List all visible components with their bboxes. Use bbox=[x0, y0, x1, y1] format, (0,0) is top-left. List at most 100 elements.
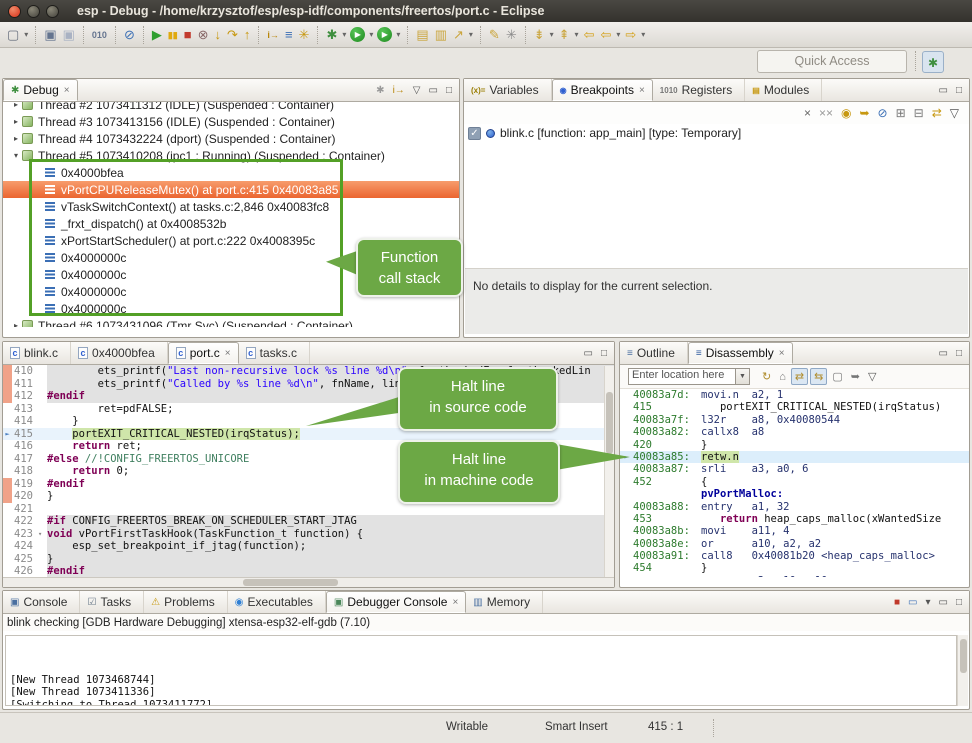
corner-icon[interactable]: □ bbox=[952, 85, 966, 96]
console-corner-icon[interactable]: □ bbox=[952, 597, 966, 608]
console-corner-icon[interactable]: ▾ bbox=[921, 597, 934, 608]
tab-debug[interactable]: ✱ Debug × bbox=[3, 79, 78, 101]
toolbar-icon[interactable]: ↓ bbox=[212, 26, 225, 44]
location-dropdown-icon[interactable]: ▼ bbox=[736, 368, 750, 385]
disassembly-toolbar-icon[interactable]: ⌂ bbox=[776, 370, 789, 384]
fold-marker-icon[interactable] bbox=[38, 553, 47, 566]
toolbar-icon[interactable]: ↗ bbox=[450, 26, 467, 44]
corner-icon[interactable]: ▭ bbox=[935, 348, 952, 359]
fold-marker-icon[interactable] bbox=[38, 540, 47, 553]
breakpoints-toolbar-icon[interactable]: ⊘ bbox=[874, 106, 892, 120]
toolbar-icon[interactable]: ⊘ bbox=[121, 26, 138, 44]
debug-tree-row[interactable]: ▸ Thread #3 1073413156 (IDLE) (Suspended… bbox=[3, 113, 459, 130]
toolbar-icon[interactable]: ▣ bbox=[41, 26, 59, 44]
disassembly-row[interactable]: 40083a91: call8 0x40081b20 <heap_caps_ma… bbox=[620, 550, 969, 562]
breakpoint-checkbox[interactable] bbox=[468, 127, 481, 140]
breakpoints-toolbar-icon[interactable]: ◉ bbox=[837, 106, 855, 120]
fold-marker-icon[interactable] bbox=[38, 428, 47, 441]
disassembly-row[interactable]: or a2, a10, a10 bbox=[620, 575, 969, 577]
disassembly-row[interactable]: 453 return heap_caps_malloc(xWantedSize bbox=[620, 513, 969, 525]
fold-marker-icon[interactable] bbox=[38, 465, 47, 478]
debug-tree-row[interactable]: 0x4000bfea bbox=[3, 164, 459, 181]
toolbar-icon[interactable]: ▾ bbox=[573, 26, 581, 44]
toolbar-icon[interactable]: ⇟ bbox=[531, 26, 548, 44]
tab[interactable]: ≡ Outline bbox=[620, 342, 688, 364]
breakpoints-toolbar-icon[interactable]: ▽ bbox=[946, 106, 963, 120]
debug-tree-row[interactable]: ▸ Thread #4 1073432224 (dport) (Suspende… bbox=[3, 130, 459, 147]
toolbar-icon[interactable]: ▾ bbox=[340, 26, 348, 44]
breakpoints-toolbar-icon[interactable]: ×× bbox=[815, 106, 837, 120]
corner-icon[interactable]: ▭ bbox=[425, 85, 442, 96]
toolbar-icon[interactable]: ⇞ bbox=[556, 26, 573, 44]
scrollbar-thumb[interactable] bbox=[960, 639, 967, 673]
debug-tree-row[interactable]: 0x4000000c bbox=[3, 300, 459, 317]
disassembly-toolbar-icon[interactable]: ⇆ bbox=[810, 368, 827, 385]
toolbar-icon[interactable]: ≡ bbox=[282, 26, 296, 44]
disassembly-toolbar-icon[interactable]: ↻ bbox=[759, 369, 774, 384]
debug-tree-row[interactable]: vPortCPUReleaseMutex() at port.c:415 0x4… bbox=[3, 181, 459, 198]
fold-marker-icon[interactable] bbox=[38, 503, 47, 516]
tab[interactable]: (x)= Variables bbox=[464, 79, 552, 101]
disassembly-toolbar-icon[interactable]: ⇄ bbox=[791, 368, 808, 385]
editor-vertical-scrollbar[interactable] bbox=[604, 366, 614, 577]
toolbar-icon[interactable]: ▥ bbox=[432, 26, 450, 44]
disassembly-row[interactable]: 40083a82: callx8 a8 bbox=[620, 426, 969, 438]
fold-marker-icon[interactable] bbox=[38, 478, 47, 491]
corner-icon[interactable]: □ bbox=[597, 348, 611, 359]
editor-tab[interactable]: c 0x4000bfea bbox=[71, 342, 168, 364]
disassembly-row[interactable]: 40083a8e: or a10, a2, a2 bbox=[620, 538, 969, 550]
disassembly-toolbar-icon[interactable]: ▢ bbox=[829, 369, 845, 384]
tab[interactable]: ◉ Executables bbox=[228, 591, 326, 613]
toolbar-icon[interactable]: ↑ bbox=[241, 26, 254, 44]
fold-marker-icon[interactable] bbox=[38, 515, 47, 528]
close-icon[interactable]: × bbox=[452, 597, 458, 608]
console-corner-icon[interactable]: ▭ bbox=[935, 597, 952, 608]
breakpoints-toolbar-icon[interactable]: ⊞ bbox=[892, 106, 910, 120]
close-icon[interactable]: × bbox=[779, 348, 785, 359]
disassembly-row[interactable]: 415 portEXIT_CRITICAL_NESTED(irqStatus) bbox=[620, 401, 969, 413]
scrollbar-thumb[interactable] bbox=[606, 392, 613, 454]
disassembly-row[interactable]: 40083a87: srli a3, a0, 6 bbox=[620, 463, 969, 475]
code-line[interactable]: 421 bbox=[3, 503, 614, 516]
close-icon[interactable]: × bbox=[639, 85, 645, 96]
toolbar-icon[interactable]: ⇨ bbox=[622, 26, 639, 44]
editor-horizontal-scrollbar[interactable] bbox=[3, 577, 614, 587]
tab[interactable]: ▤ Modules bbox=[745, 79, 822, 101]
fold-marker-icon[interactable] bbox=[38, 565, 47, 578]
tab[interactable]: ▣ Debugger Console × bbox=[326, 591, 466, 613]
toolbar-icon[interactable]: ▶ bbox=[377, 27, 392, 42]
corner-icon[interactable]: ▭ bbox=[580, 348, 597, 359]
toolbar-icon[interactable]: ▶ bbox=[149, 26, 165, 44]
toolbar-icon[interactable]: ✎ bbox=[486, 26, 503, 44]
toolbar-icon[interactable]: ▶ bbox=[350, 27, 365, 42]
toolbar-icon[interactable]: ▣ bbox=[60, 26, 78, 44]
code-line[interactable]: 423 ▾ void vPortFirstTaskHook(TaskFuncti… bbox=[3, 528, 614, 541]
corner-icon[interactable]: ▭ bbox=[935, 85, 952, 96]
toolbar-icon[interactable]: ▾ bbox=[614, 26, 622, 44]
disassembly-row[interactable]: 40083a88: entry a1, 32 bbox=[620, 501, 969, 513]
toolbar-icon[interactable]: ▾ bbox=[367, 26, 375, 44]
toolbar-icon[interactable]: ▢ bbox=[4, 26, 22, 44]
corner-icon[interactable]: ✱ bbox=[372, 85, 388, 96]
code-line[interactable]: 426 #endif bbox=[3, 565, 614, 578]
disassembly-row[interactable]: pvPortMalloc: bbox=[620, 488, 969, 500]
tab[interactable]: ◉ Breakpoints × bbox=[552, 79, 653, 101]
toolbar-icon[interactable]: ▾ bbox=[639, 26, 647, 44]
disassembly-row[interactable]: 420 } bbox=[620, 439, 969, 451]
breakpoint-row[interactable]: blink.c [function: app_main] [type: Temp… bbox=[464, 124, 969, 142]
toolbar-icon[interactable]: ⊗ bbox=[195, 26, 212, 44]
close-icon[interactable]: × bbox=[64, 85, 70, 96]
fold-marker-icon[interactable] bbox=[38, 453, 47, 466]
disassembly-content[interactable]: 40083a7d: movi.n a2, 1 415 portEXIT_CRIT… bbox=[620, 389, 969, 577]
fold-marker-icon[interactable]: ▾ bbox=[38, 528, 47, 541]
fold-marker-icon[interactable] bbox=[38, 490, 47, 503]
console-corner-icon[interactable]: ▭ bbox=[904, 597, 921, 608]
debug-tree-row[interactable]: vTaskSwitchContext() at tasks.c:2,846 0x… bbox=[3, 198, 459, 215]
breakpoints-toolbar-icon[interactable]: × bbox=[800, 106, 815, 120]
code-line[interactable]: 422 #if CONFIG_FREERTOS_BREAK_ON_SCHEDUL… bbox=[3, 515, 614, 528]
code-line[interactable]: 424 esp_set_breakpoint_if_jtag(function)… bbox=[3, 540, 614, 553]
fold-marker-icon[interactable] bbox=[38, 365, 47, 378]
toolbar-icon[interactable]: ⇦ bbox=[581, 26, 598, 44]
window-maximize-button[interactable] bbox=[46, 5, 59, 18]
window-close-button[interactable] bbox=[8, 5, 21, 18]
